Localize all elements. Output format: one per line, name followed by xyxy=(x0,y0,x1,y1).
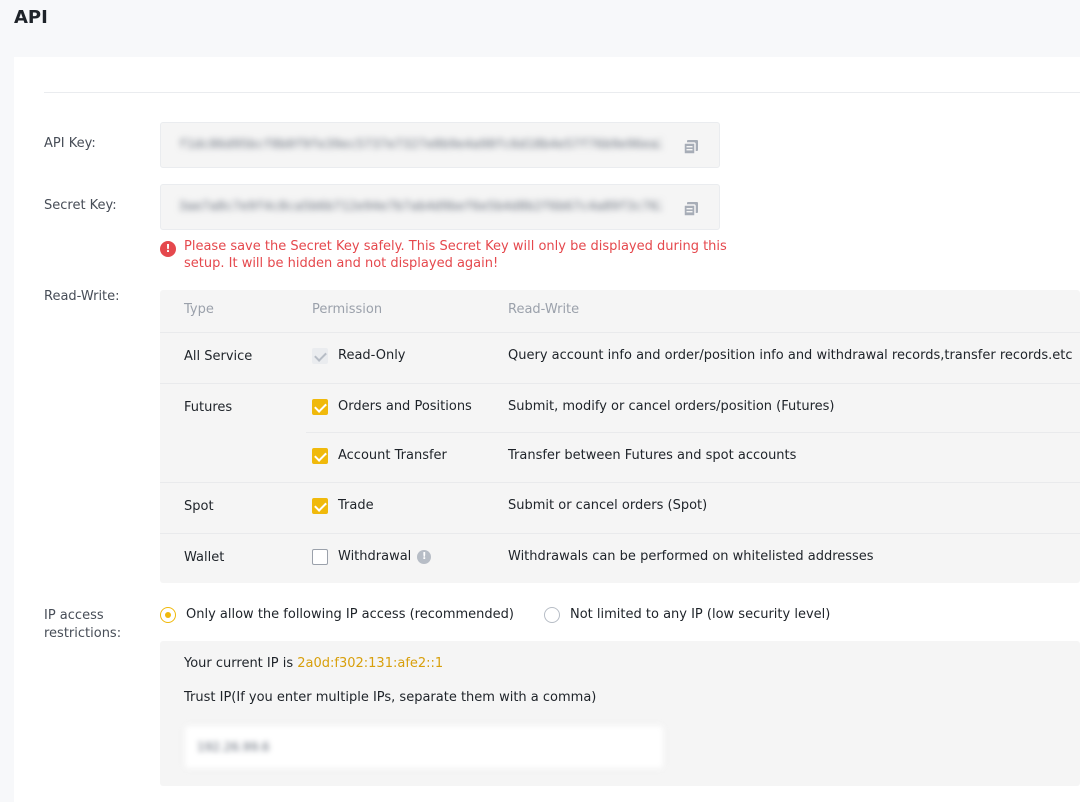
secret-key-value: 3ae7a8c7e9f4c8ca5b6b712e94e7b7ab4d9bef6e… xyxy=(179,199,661,213)
permission-read-only: Read-Only xyxy=(312,347,406,365)
trust-ip-label: Trust IP(If you enter multiple IPs, sepa… xyxy=(184,690,597,705)
api-card: API Key: f1dc86d95bcf8b0f9fe39ec5737e732… xyxy=(14,57,1080,802)
radio-label-restricted: Only allow the following IP access (reco… xyxy=(186,607,514,622)
copy-icon[interactable] xyxy=(681,137,701,157)
permission-label: Account Transfer xyxy=(338,448,447,463)
row-type: Wallet xyxy=(184,550,225,565)
radio-button-restricted[interactable] xyxy=(160,607,176,623)
permission-description: Submit or cancel orders (Spot) xyxy=(508,498,708,513)
permission-trade[interactable]: Trade xyxy=(312,497,374,515)
exclamation-circle-icon: ! xyxy=(160,241,176,257)
radio-button-unrestricted[interactable] xyxy=(544,607,560,623)
permission-account-transfer[interactable]: Account Transfer xyxy=(312,447,447,465)
secret-key-warning: ! Please save the Secret Key safely. Thi… xyxy=(160,238,730,272)
permission-description: Query account info and order/position in… xyxy=(508,348,1073,363)
radio-ip-unrestricted[interactable]: Not limited to any IP (low security leve… xyxy=(544,606,830,624)
trust-ip-input[interactable] xyxy=(184,725,664,769)
permission-description: Transfer between Futures and spot accoun… xyxy=(508,448,797,463)
top-divider xyxy=(44,92,1080,93)
copy-icon[interactable] xyxy=(681,199,701,219)
page-title: API xyxy=(14,7,48,28)
ip-restrictions-label: IP access restrictions: xyxy=(44,608,122,641)
warning-text: Please save the Secret Key safely. This … xyxy=(184,239,727,271)
column-header-type: Type xyxy=(184,302,214,317)
permission-label: Orders and Positions xyxy=(338,399,472,414)
secret-key-label: Secret Key: xyxy=(44,198,117,213)
divider xyxy=(160,383,1080,384)
column-header-read-write: Read-Write xyxy=(508,302,580,317)
divider xyxy=(306,432,1080,433)
divider xyxy=(160,482,1080,483)
divider xyxy=(160,533,1080,534)
checkbox-withdrawal[interactable] xyxy=(312,549,328,565)
read-write-label: Read-Write: xyxy=(44,289,120,304)
divider xyxy=(160,332,1080,333)
row-type: Spot xyxy=(184,499,214,514)
current-ip-prefix: Your current IP is xyxy=(184,656,298,671)
checkbox-orders-and-positions[interactable] xyxy=(312,399,328,415)
row-type: All Service xyxy=(184,349,253,364)
checkbox-trade[interactable] xyxy=(312,498,328,514)
permissions-table: Type Permission Read-Write All Service R… xyxy=(160,290,1080,583)
info-circle-icon[interactable]: ! xyxy=(417,550,432,564)
current-ip-text: Your current IP is 2a0d:f302:131:afe2::1 xyxy=(184,655,443,673)
row-type: Futures xyxy=(184,400,233,415)
secret-key-box[interactable]: 3ae7a8c7e9f4c8ca5b6b712e94e7b7ab4d9bef6e… xyxy=(160,184,720,230)
column-header-permission: Permission xyxy=(312,302,383,317)
current-ip-value: 2a0d:f302:131:afe2::1 xyxy=(297,656,444,671)
radio-label-unrestricted: Not limited to any IP (low security leve… xyxy=(570,607,831,622)
radio-ip-restricted[interactable]: Only allow the following IP access (reco… xyxy=(160,606,514,624)
permission-orders-and-positions[interactable]: Orders and Positions xyxy=(312,398,472,416)
trusted-ip-panel: Your current IP is 2a0d:f302:131:afe2::1… xyxy=(160,641,1080,786)
api-key-value: f1dc86d95bcf8b0f9fe39ec5737e7327e0b9e4a9… xyxy=(179,137,661,151)
checkbox-account-transfer[interactable] xyxy=(312,448,328,464)
api-key-label: API Key: xyxy=(44,136,96,151)
permission-description: Withdrawals can be performed on whitelis… xyxy=(508,549,874,564)
api-key-box[interactable]: f1dc86d95bcf8b0f9fe39ec5737e7327e0b9e4a9… xyxy=(160,122,720,168)
permission-label: Trade xyxy=(338,498,374,513)
permission-description: Submit, modify or cancel orders/position… xyxy=(508,399,835,414)
permission-withdrawal[interactable]: Withdrawal ! xyxy=(312,548,432,566)
permission-label: Read-Only xyxy=(338,348,406,363)
permission-label: Withdrawal xyxy=(338,549,412,564)
checkbox-read-only xyxy=(312,348,328,364)
